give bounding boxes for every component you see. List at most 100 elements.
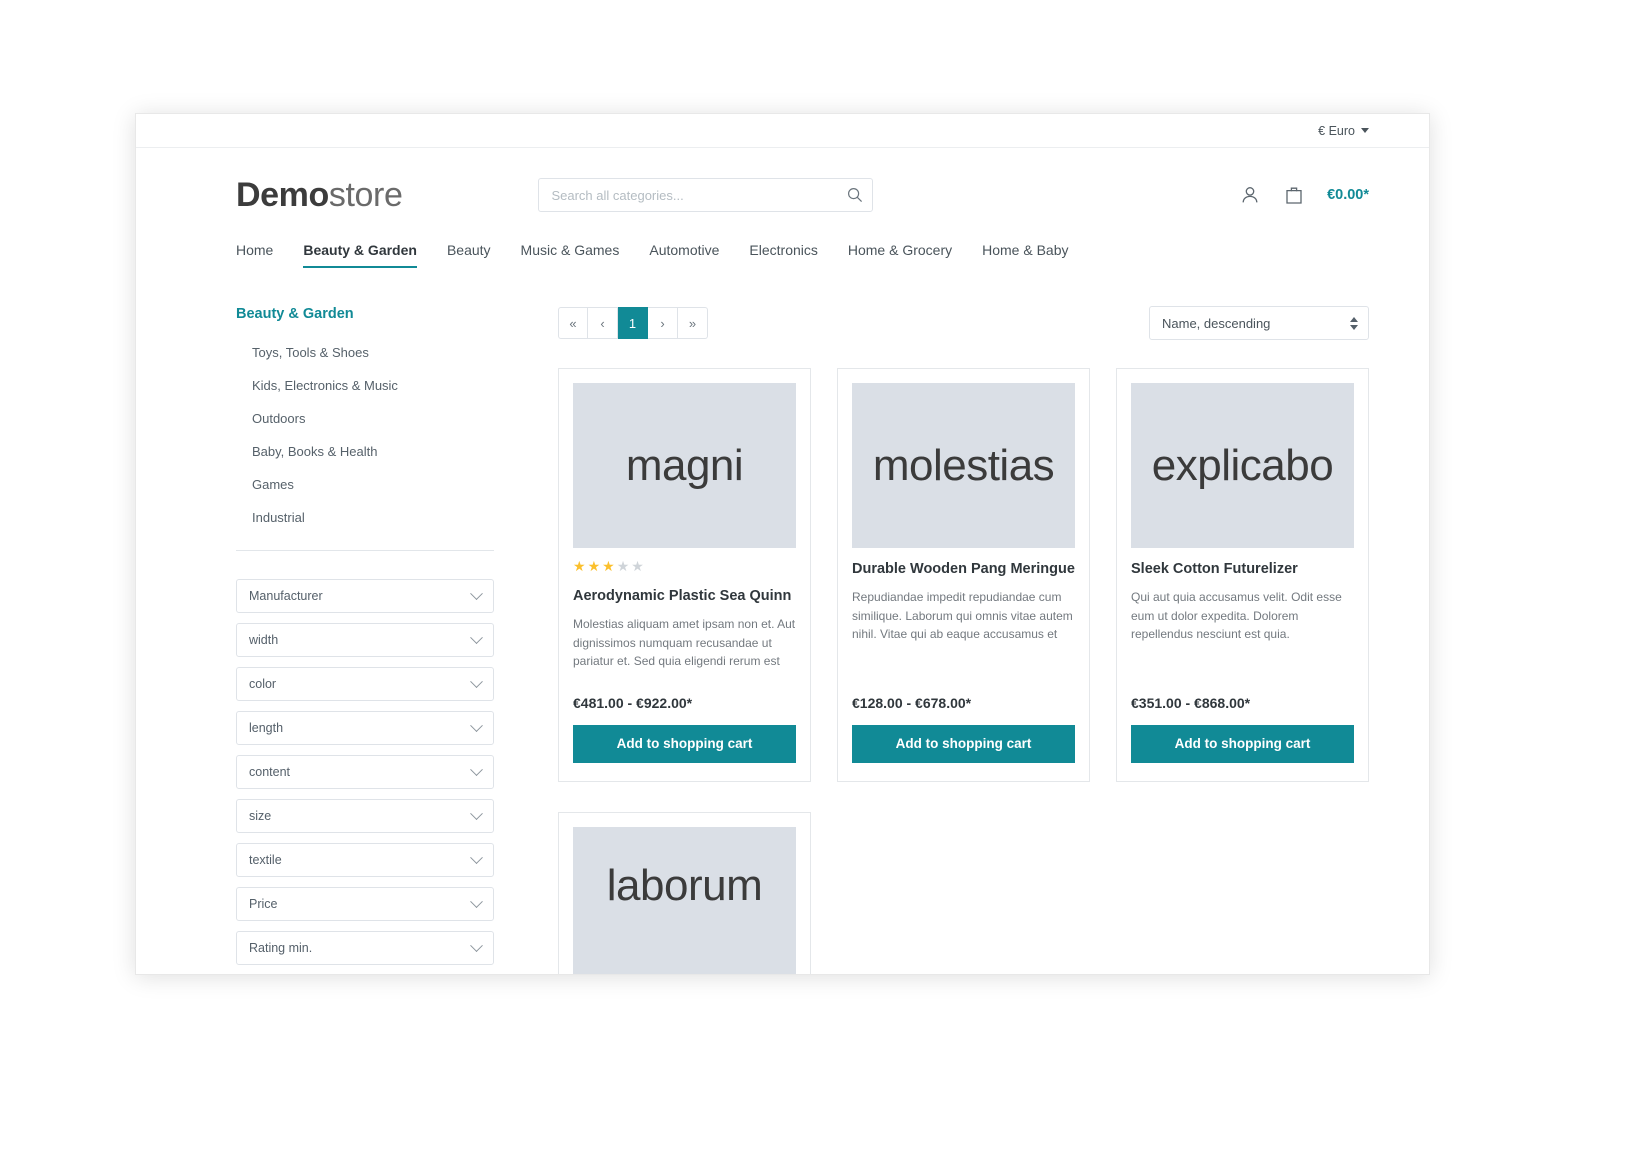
filter-manufacturer[interactable]: Manufacturer bbox=[236, 579, 494, 613]
product-description: Repudiandae impedit repudiandae cum simi… bbox=[852, 590, 1073, 642]
currency-label: € Euro bbox=[1318, 123, 1355, 138]
pagination-first[interactable]: « bbox=[558, 307, 588, 339]
storefront-window: € Euro Demostore Search all categories..… bbox=[135, 113, 1430, 975]
cart-total-amount[interactable]: €0.00* bbox=[1327, 187, 1369, 203]
product-title[interactable]: Durable Wooden Pang Meringue bbox=[852, 560, 1075, 578]
currency-switcher[interactable]: € Euro bbox=[1318, 124, 1369, 138]
chevron-down-icon bbox=[470, 850, 483, 864]
chevron-down-icon bbox=[1361, 128, 1369, 133]
search-button[interactable] bbox=[838, 179, 872, 211]
site-logo[interactable]: Demostore bbox=[236, 176, 403, 215]
product-price: €351.00 - €868.00* bbox=[1131, 694, 1251, 711]
product-card[interactable]: molestias Durable Wooden Pang Meringue R… bbox=[837, 368, 1090, 782]
product-image[interactable]: laborum bbox=[573, 826, 796, 974]
filter-rating-min-label: Rating min. bbox=[249, 941, 313, 955]
filter-price-label: Price bbox=[249, 897, 278, 911]
product-price: €481.00 - €922.00* bbox=[573, 694, 693, 711]
product-image[interactable]: molestias bbox=[852, 383, 1075, 548]
filter-size-label: size bbox=[249, 809, 272, 823]
star-icon: ★ bbox=[602, 558, 615, 574]
sidebar-category-list: Toys, Tools & Shoes Kids, Electronics & … bbox=[236, 336, 494, 546]
product-grid: magni ★ ★ ★ ★ ★ Aerodynamic Plastic Sea … bbox=[558, 368, 1369, 974]
add-to-cart-button[interactable]: Add to shopping cart bbox=[1131, 724, 1354, 763]
main-navigation: Home Beauty & Garden Beauty Music & Game… bbox=[136, 224, 1429, 268]
chevron-down-icon bbox=[470, 586, 483, 600]
chevron-down-icon bbox=[470, 762, 483, 776]
star-icon: ★ bbox=[616, 558, 630, 574]
search-container bbox=[538, 178, 874, 212]
nav-item-beauty-garden[interactable]: Beauty & Garden bbox=[303, 242, 417, 268]
account-button[interactable] bbox=[1239, 184, 1261, 206]
nav-item-automotive[interactable]: Automotive bbox=[649, 242, 719, 268]
product-image[interactable]: explicabo bbox=[1131, 383, 1354, 548]
sort-select-value: Name, descending bbox=[1162, 315, 1271, 331]
filter-panel: Manufacturer width color length content bbox=[236, 579, 494, 965]
sidebar-item-kids-electronics-music[interactable]: Kids, Electronics & Music bbox=[252, 369, 494, 402]
search-input[interactable] bbox=[538, 178, 874, 212]
product-title[interactable]: Sleek Cotton Futurelizer bbox=[1131, 560, 1354, 578]
star-icon: ★ bbox=[573, 558, 586, 574]
product-image-text: molestias bbox=[872, 440, 1055, 490]
shopping-bag-icon bbox=[1286, 187, 1302, 204]
product-listing: « ‹ 1 › » Name, descending magni ★ ★ ★ ★… bbox=[494, 306, 1369, 974]
chevron-down-icon bbox=[470, 894, 483, 908]
chevron-down-icon bbox=[470, 806, 483, 820]
product-description: Molestias aliquam amet ipsam non et. Aut… bbox=[573, 617, 796, 669]
sidebar-item-baby-books-health[interactable]: Baby, Books & Health bbox=[252, 435, 494, 468]
sort-stepper-icon bbox=[1350, 316, 1358, 330]
sidebar-item-toys-tools-shoes[interactable]: Toys, Tools & Shoes bbox=[252, 336, 494, 369]
pagination-last[interactable]: » bbox=[678, 307, 708, 339]
user-icon bbox=[1242, 187, 1258, 203]
pagination-prev[interactable]: ‹ bbox=[588, 307, 618, 339]
sidebar-divider bbox=[236, 550, 494, 551]
sort-select[interactable]: Name, descending bbox=[1149, 306, 1369, 340]
sidebar-item-outdoors[interactable]: Outdoors bbox=[252, 402, 494, 435]
page-body: Beauty & Garden Toys, Tools & Shoes Kids… bbox=[136, 268, 1429, 974]
filter-content[interactable]: content bbox=[236, 755, 494, 789]
header-actions: €0.00* bbox=[1239, 184, 1369, 206]
filter-rating-min[interactable]: Rating min. bbox=[236, 931, 494, 965]
nav-item-beauty[interactable]: Beauty bbox=[447, 242, 491, 268]
chevron-down-icon bbox=[470, 938, 483, 952]
filter-width-label: width bbox=[249, 633, 279, 647]
product-description: Qui aut quia accusamus velit. Odit esse … bbox=[1131, 590, 1342, 642]
filter-length-label: length bbox=[249, 721, 284, 735]
filter-manufacturer-label: Manufacturer bbox=[249, 589, 323, 603]
nav-item-home-grocery[interactable]: Home & Grocery bbox=[848, 242, 952, 268]
product-card[interactable]: laborum bbox=[558, 811, 811, 974]
add-to-cart-button[interactable]: Add to shopping cart bbox=[573, 724, 796, 763]
filter-size[interactable]: size bbox=[236, 799, 494, 833]
filter-color[interactable]: color bbox=[236, 667, 494, 701]
product-image-text: magni bbox=[625, 440, 744, 490]
nav-item-music-games[interactable]: Music & Games bbox=[521, 242, 620, 268]
filter-textile[interactable]: textile bbox=[236, 843, 494, 877]
filter-width[interactable]: width bbox=[236, 623, 494, 657]
product-card[interactable]: magni ★ ★ ★ ★ ★ Aerodynamic Plastic Sea … bbox=[558, 368, 811, 782]
filter-textile-label: textile bbox=[249, 853, 282, 867]
filter-price[interactable]: Price bbox=[236, 887, 494, 921]
product-image-text: explicabo bbox=[1151, 440, 1334, 490]
nav-item-home-baby[interactable]: Home & Baby bbox=[982, 242, 1068, 268]
listing-toolbar: « ‹ 1 › » Name, descending bbox=[558, 306, 1369, 340]
search-icon bbox=[848, 187, 863, 203]
chevron-down-icon bbox=[470, 630, 483, 644]
sidebar-item-industrial[interactable]: Industrial bbox=[252, 501, 494, 534]
sidebar-title[interactable]: Beauty & Garden bbox=[236, 306, 494, 322]
star-icon: ★ bbox=[587, 558, 601, 574]
nav-item-home[interactable]: Home bbox=[236, 242, 273, 268]
filter-length[interactable]: length bbox=[236, 711, 494, 745]
product-card[interactable]: explicabo Sleek Cotton Futurelizer Qui a… bbox=[1116, 368, 1369, 782]
sidebar-item-games[interactable]: Games bbox=[252, 468, 494, 501]
star-icon: ★ bbox=[631, 558, 644, 574]
cart-button[interactable] bbox=[1283, 184, 1305, 206]
pagination-page-1[interactable]: 1 bbox=[618, 307, 648, 339]
add-to-cart-button[interactable]: Add to shopping cart bbox=[852, 724, 1075, 763]
sidebar: Beauty & Garden Toys, Tools & Shoes Kids… bbox=[236, 306, 494, 974]
nav-item-electronics[interactable]: Electronics bbox=[749, 242, 817, 268]
pagination-next[interactable]: › bbox=[648, 307, 678, 339]
site-header: Demostore Search all categories... €0.00… bbox=[136, 148, 1429, 224]
product-image[interactable]: magni bbox=[573, 383, 796, 548]
product-image-text: laborum bbox=[606, 860, 763, 910]
rating-stars: ★ ★ ★ ★ ★ bbox=[573, 558, 796, 574]
product-title[interactable]: Aerodynamic Plastic Sea Quinn bbox=[573, 587, 796, 605]
